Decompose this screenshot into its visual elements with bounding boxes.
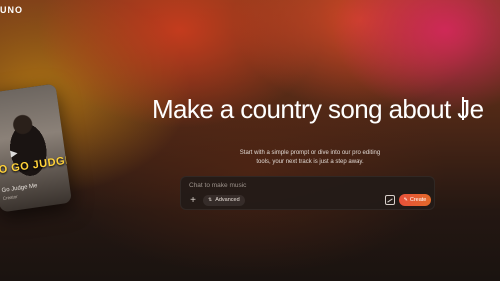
image-icon[interactable] (385, 195, 395, 205)
subtitle-line-2: tools, your next track is just a step aw… (256, 159, 364, 165)
brand-logo[interactable]: UNO (0, 5, 23, 15)
advanced-button[interactable]: ⇅ Advanced (203, 195, 245, 206)
subtitle-line-1: Start with a simple prompt or dive into … (239, 150, 381, 156)
play-icon[interactable]: ▶ (10, 148, 18, 160)
create-button[interactable]: ✎ Create (399, 194, 431, 206)
sliders-icon: ⇅ (208, 197, 213, 203)
pencil-icon: ✎ (403, 197, 408, 203)
create-label: Create (409, 197, 427, 203)
hero-typed-prompt: Make a country song about Je (152, 94, 484, 124)
chat-composer[interactable]: Chat to make music + ⇅ Advanced ✎ Create (180, 176, 435, 210)
chat-input[interactable]: Chat to make music (189, 182, 246, 189)
hero-subtitle: Start with a simple prompt or dive into … (235, 149, 385, 167)
advanced-label: Advanced (215, 197, 240, 203)
text-cursor (462, 97, 464, 120)
plus-icon[interactable]: + (187, 195, 199, 207)
background-gradient (0, 0, 500, 281)
